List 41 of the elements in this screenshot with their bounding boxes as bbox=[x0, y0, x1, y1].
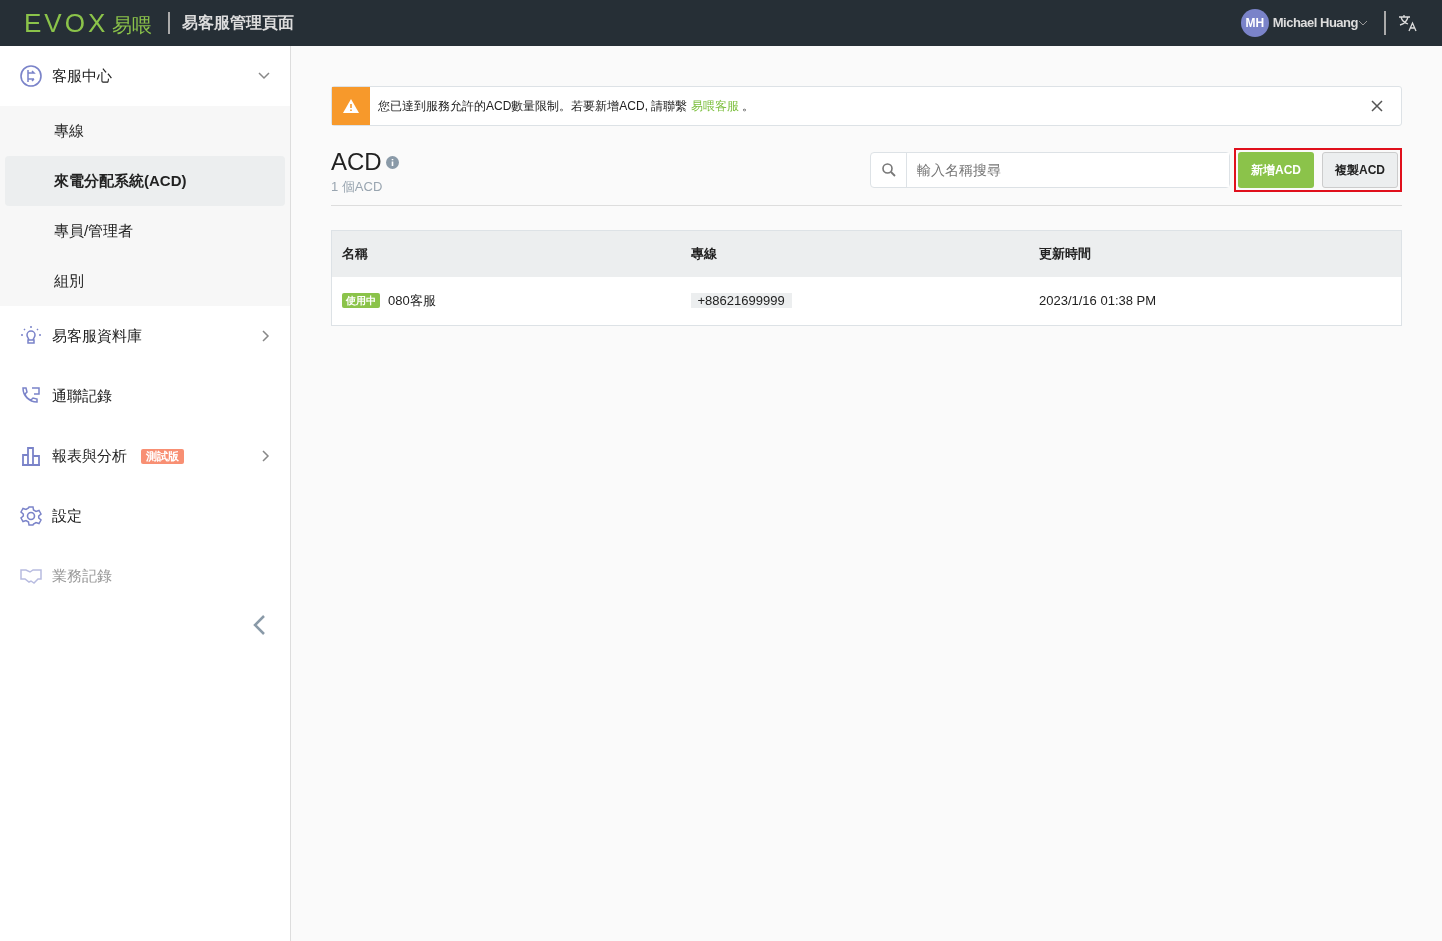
phone-number-tag: +88621699999 bbox=[690, 292, 792, 308]
warning-icon bbox=[343, 99, 359, 113]
column-header: 專線 bbox=[689, 244, 718, 263]
user-name[interactable]: Michael Huang bbox=[1272, 13, 1358, 33]
logo-subtitle: 易喂 bbox=[112, 12, 153, 38]
alert-message: 您已達到服務允許的ACD數量限制。若要新增ACD, 請聯繫 易喂客服 。 bbox=[378, 98, 755, 115]
user-avatar[interactable]: MH bbox=[1240, 9, 1269, 37]
page-title: ACD bbox=[331, 147, 382, 177]
table-cell-text: 080客服 bbox=[388, 291, 436, 310]
status-badge: 使用中 bbox=[342, 293, 380, 308]
chevron-down-icon bbox=[1358, 20, 1368, 26]
table-cell: 2023/1/16 01:38 PM bbox=[1039, 292, 1157, 308]
sidebar-item[interactable]: 客服中心 bbox=[0, 46, 290, 106]
translate-icon bbox=[1398, 14, 1418, 32]
acd-count: 1 個ACD bbox=[331, 178, 384, 196]
submenu-item[interactable]: 組別 bbox=[5, 256, 285, 306]
lightbulb-icon bbox=[20, 325, 42, 347]
beta-badge: 測試版 bbox=[141, 448, 184, 464]
search-field[interactable]: 輸入名稱搜尋 bbox=[870, 152, 1230, 189]
copy-acd-button[interactable]: 複製ACD bbox=[1322, 152, 1398, 189]
chevron-right-icon bbox=[262, 450, 270, 462]
info-icon[interactable] bbox=[385, 155, 399, 169]
submenu-item[interactable]: 專線 bbox=[5, 106, 285, 156]
submenu-item[interactable]: 來電分配系統(ACD) bbox=[5, 156, 285, 206]
app-title: 易客服管理頁面 bbox=[168, 12, 295, 34]
column-header: 更新時間 bbox=[1038, 244, 1092, 263]
logo: EVOX bbox=[24, 6, 109, 40]
chevron-down-icon bbox=[258, 72, 270, 80]
search-icon bbox=[881, 163, 896, 178]
submenu-item[interactable]: 專員/管理者 bbox=[5, 206, 285, 256]
chevron-right-icon bbox=[262, 330, 270, 342]
sidebar-item[interactable]: 報表與分析 測試版 bbox=[0, 426, 290, 486]
sidebar-item[interactable]: 易客服資料庫 bbox=[0, 306, 290, 366]
close-icon[interactable] bbox=[1371, 100, 1383, 112]
bar-chart-icon bbox=[20, 445, 42, 467]
sidebar-item[interactable]: 通聯記錄 bbox=[0, 366, 290, 426]
column-header: 名稱 bbox=[341, 244, 369, 263]
settings-icon bbox=[20, 505, 42, 527]
sidebar-item[interactable]: 設定 bbox=[0, 486, 290, 546]
headset-arrows-icon bbox=[20, 65, 42, 87]
collapse-chevron-icon[interactable] bbox=[252, 614, 266, 636]
